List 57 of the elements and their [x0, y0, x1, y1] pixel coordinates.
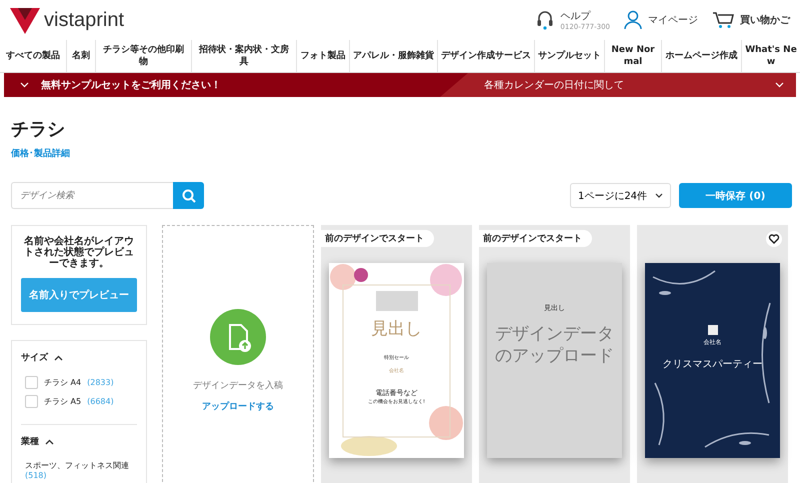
nav-item[interactable]: ホームページ作成 — [662, 40, 742, 72]
search-field[interactable]: デザイン検索 — [11, 182, 173, 209]
filter-option[interactable]: チラシ A4 — [44, 377, 82, 388]
nav-item[interactable]: すべての製品 — [0, 40, 67, 72]
option-count: (518) — [25, 471, 47, 480]
logo-text[interactable]: vistaprint — [44, 8, 124, 32]
nav-item[interactable]: アパレル・服飾雑貨 — [350, 40, 438, 72]
nav-item[interactable]: サンプルセット — [535, 40, 605, 72]
caret-icon[interactable] — [45, 438, 54, 444]
upload-overlay-text: デザインデータのアップロード — [494, 322, 614, 366]
nav-item[interactable]: 招待状・案内状・文房具 — [192, 40, 297, 72]
logo-placeholder — [708, 324, 718, 334]
upload-card[interactable]: デザインデータを入稿 アップロードする — [162, 225, 314, 483]
notice-text: 各種カレンダーの日付に関して — [484, 79, 624, 92]
upload-file-icon — [210, 309, 266, 365]
headset-icon[interactable] — [536, 10, 554, 30]
cart-icon[interactable] — [712, 11, 734, 29]
heart-icon[interactable] — [766, 231, 782, 247]
promo-banner[interactable]: 無料サンプルセットをご利用ください！ — [4, 73, 440, 97]
search-icon — [182, 188, 196, 202]
image-placeholder — [376, 290, 418, 310]
per-page-dropdown[interactable]: 1ページに24件 — [570, 183, 671, 208]
start-badge: 前のデザインでスタート — [321, 230, 434, 247]
account-link[interactable]: マイページ — [648, 13, 698, 27]
checkbox[interactable] — [25, 395, 38, 408]
filter-title[interactable]: サイズ — [21, 351, 48, 364]
flyer-heading: クリスマスパーティー — [662, 358, 762, 370]
logo-icon — [10, 6, 40, 34]
nav-item[interactable]: チラシ等その他印刷物 — [96, 40, 192, 72]
details-link[interactable]: 価格･製品詳細 — [11, 149, 70, 159]
chevron-down-icon — [20, 82, 29, 88]
checkbox[interactable] — [25, 376, 38, 389]
start-badge: 前のデザインでスタート — [479, 230, 592, 247]
upload-text: デザインデータを入稿 — [193, 380, 283, 392]
help-link[interactable]: ヘルプ — [560, 9, 610, 23]
flyer-heading: 見出し — [371, 318, 422, 340]
option-count: (2833) — [87, 378, 114, 387]
caret-icon[interactable] — [54, 354, 63, 360]
cart-link[interactable]: 買い物かご — [740, 13, 790, 27]
preview-text: 名前や会社名がレイアウトされた状態でプレビューできます。 — [23, 236, 135, 269]
filter-option[interactable]: チラシ A5 — [44, 396, 82, 407]
nav-item[interactable]: What's New — [742, 40, 800, 72]
notice-banner[interactable]: 各種カレンダーの日付に関して — [440, 73, 796, 97]
person-icon[interactable] — [624, 10, 642, 30]
chevron-down-icon — [775, 82, 784, 88]
page-title: チラシ — [11, 119, 66, 141]
filter-title[interactable]: 業種 — [21, 435, 39, 448]
search-button[interactable] — [173, 182, 204, 209]
chevron-down-icon — [655, 193, 664, 198]
nav-item[interactable]: デザイン作成サービス — [438, 40, 535, 72]
nav-item[interactable]: 名刺 — [67, 40, 96, 72]
nav-item[interactable]: New Normal — [605, 40, 662, 72]
option-count: (6684) — [87, 397, 114, 406]
promo-text: 無料サンプルセットをご利用ください！ — [41, 78, 221, 92]
nav-item[interactable]: フォト製品 — [297, 40, 350, 72]
upload-link[interactable]: アップロードする — [202, 400, 274, 413]
filter-option[interactable]: スポーツ、フィットネス関連 — [25, 460, 129, 471]
